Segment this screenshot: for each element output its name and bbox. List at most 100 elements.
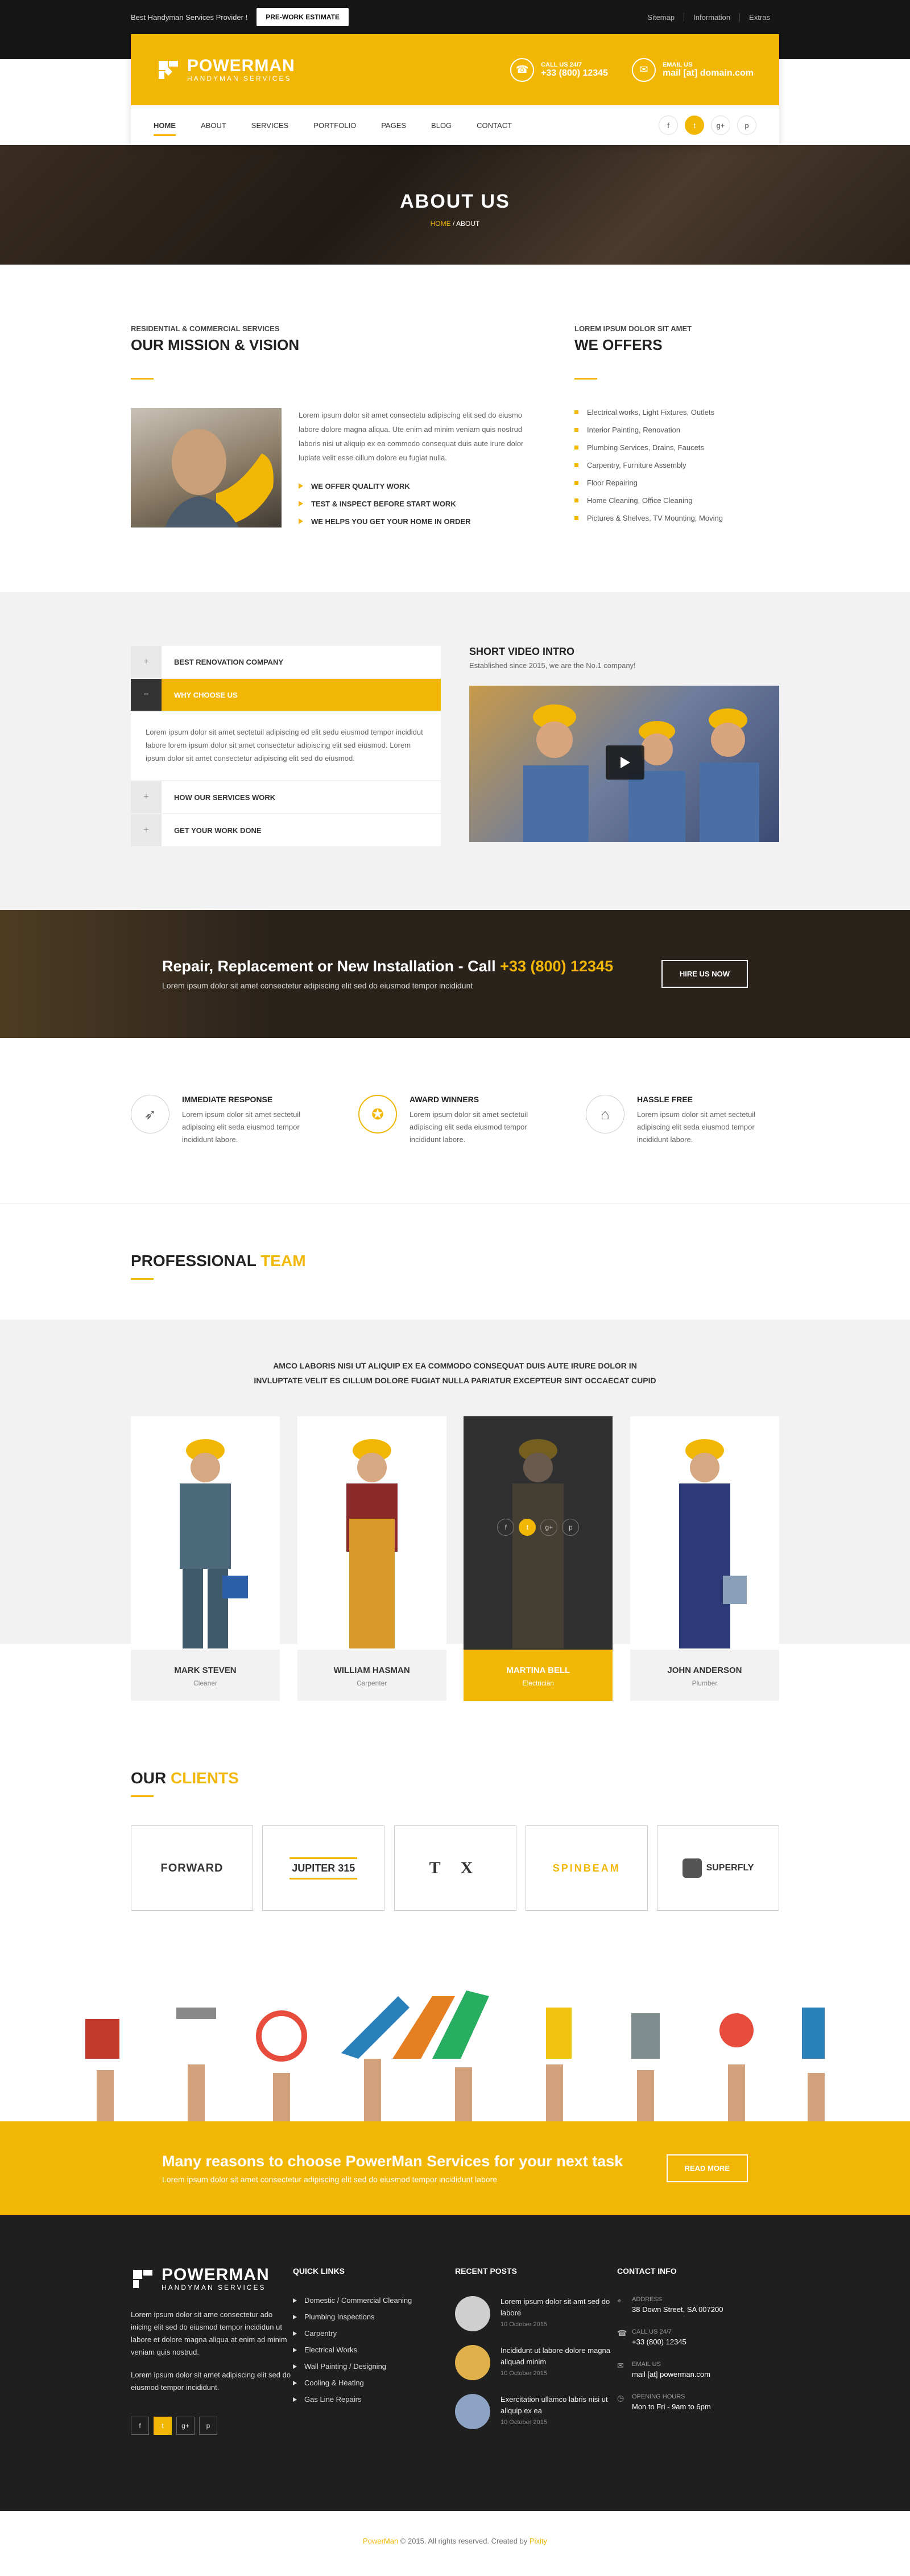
hexagon-icon — [682, 1858, 702, 1878]
facebook-icon[interactable]: f — [497, 1519, 515, 1536]
facebook-icon[interactable]: f — [131, 2417, 149, 2435]
team-card[interactable]: JOHN ANDERSON Plumber — [630, 1416, 779, 1701]
video-subtitle: Established since 2015, we are the No.1 … — [469, 661, 636, 670]
footer-contact: CONTACT INFO ⌖ ADDRESS 38 Down Street, SA … — [617, 2266, 779, 2443]
facebook-icon[interactable]: f — [659, 116, 678, 135]
team-card[interactable]: WILLIAM HASMAN Carpenter — [297, 1416, 446, 1701]
team-title-a: PROFESSIONAL — [131, 1252, 261, 1270]
team-card-active[interactable]: f t g+ p MARTINA BELL Electrician — [464, 1416, 613, 1701]
nav-pages[interactable]: PAGES — [381, 107, 406, 144]
twitter-icon[interactable]: t — [519, 1519, 536, 1536]
cta-text: Lorem ipsum dolor sit amet consectetur a… — [162, 981, 473, 990]
google-plus-icon[interactable]: g+ — [711, 116, 730, 135]
member-photo — [297, 1416, 446, 1650]
twitter-icon[interactable]: t — [685, 116, 704, 135]
quick-link[interactable]: Electrical Works — [293, 2346, 455, 2354]
pre-work-estimate-button[interactable]: PRE-WORK ESTIMATE — [257, 8, 349, 26]
accordion-item[interactable]: + BEST RENOVATION COMPANY — [131, 646, 441, 678]
feature-box: ➶ IMMEDIATE RESPONSE Lorem ipsum dolor si… — [131, 1095, 324, 1146]
contact-value: Mon to Fri - 9am to 6pm — [632, 2402, 711, 2411]
pinterest-icon[interactable]: p — [562, 1519, 580, 1536]
pinterest-icon[interactable]: p — [199, 2417, 217, 2435]
google-plus-icon[interactable]: g+ — [540, 1519, 558, 1536]
nav-contact[interactable]: CONTACT — [477, 107, 512, 144]
accordion-panel: Lorem ipsum dolor sit amet sectetuil adi… — [131, 712, 441, 780]
copyright-brand[interactable]: PowerMan — [363, 2537, 398, 2545]
plus-icon: + — [131, 646, 162, 678]
link-information[interactable]: Information — [684, 13, 739, 22]
client-logo[interactable]: SPINBEAM — [525, 1825, 648, 1911]
google-plus-icon[interactable]: g+ — [176, 2417, 195, 2435]
call-info[interactable]: ☎ CALL US 24/7 +33 (800) 12345 — [510, 57, 608, 82]
quick-link[interactable]: Plumbing Inspections — [293, 2313, 455, 2321]
team-title-b: TEAM — [260, 1252, 306, 1270]
read-more-button[interactable]: READ MORE — [666, 2154, 748, 2182]
feature-title: HASSLE FREE — [637, 1095, 693, 1104]
recent-post[interactable]: Incididunt ut labore dolore magna aliqua… — [455, 2345, 617, 2380]
video-block: SHORT VIDEO INTRO Established since 2015… — [469, 646, 779, 847]
recent-post[interactable]: Lorem ipsum dolor sit amt sed do labore 1… — [455, 2296, 617, 2331]
copyright-author[interactable]: Pixity — [530, 2537, 547, 2545]
member-role: Electrician — [522, 1679, 554, 1687]
hire-us-button[interactable]: HIRE US NOW — [661, 960, 748, 988]
member-social: f t g+ p — [497, 1519, 580, 1536]
site-header: POWERMAN HANDYMAN SERVICES ☎ CALL US 24/… — [131, 34, 779, 145]
quick-link[interactable]: Carpentry — [293, 2329, 455, 2338]
post-thumbnail — [455, 2394, 490, 2429]
quick-link[interactable]: Wall Painting / Designing — [293, 2362, 455, 2371]
nav-portfolio[interactable]: PORTFOLIO — [313, 107, 356, 144]
play-button[interactable] — [606, 745, 644, 780]
phone-icon: ☎ — [510, 57, 535, 82]
logo-mark-icon — [159, 60, 178, 79]
contact-value[interactable]: mail [at] powerman.com — [632, 2370, 710, 2379]
member-photo — [131, 1416, 280, 1650]
clients-title: OUR CLIENTS — [131, 1769, 779, 1787]
mission-block: RESIDENTIAL & COMMERCIAL SERVICES OUR MI… — [131, 324, 574, 535]
nav-about[interactable]: ABOUT — [201, 107, 226, 144]
nav-home[interactable]: HOME — [154, 107, 176, 144]
client-logo[interactable]: FORWARD — [131, 1825, 253, 1911]
clients-title-b: CLIENTS — [171, 1769, 239, 1787]
logo[interactable]: POWERMAN HANDYMAN SERVICES — [156, 57, 295, 83]
accordion-label: BEST RENOVATION COMPANY — [174, 657, 284, 666]
accordion-item-active[interactable]: − WHY CHOOSE US — [131, 679, 441, 711]
quick-link[interactable]: Gas Line Repairs — [293, 2395, 455, 2404]
feature-title: AWARD WINNERS — [410, 1095, 479, 1104]
link-sitemap[interactable]: Sitemap — [638, 13, 684, 22]
feature-text: Lorem ipsum dolor sit amet sectetuil adi… — [637, 1110, 756, 1144]
video-player[interactable] — [469, 686, 779, 842]
offer-item: Floor Repairing — [574, 479, 779, 487]
mission-kicker: RESIDENTIAL & COMMERCIAL SERVICES — [131, 324, 280, 333]
nav-blog[interactable]: BLOG — [431, 107, 452, 144]
accordion-item[interactable]: + HOW OUR SERVICES WORK — [131, 781, 441, 813]
team-intro: AMCO LABORIS NISI UT ALIQUIP EX EA COMMO… — [0, 1320, 910, 1388]
email-value: mail [at] domain.com — [662, 68, 754, 78]
client-logo[interactable]: T X — [394, 1825, 516, 1911]
footer-logo[interactable]: POWERMAN HANDYMAN SERVICES — [131, 2266, 293, 2291]
offers-block: LOREM IPSUM DOLOR SIT AMET WE OFFERS Ele… — [574, 324, 779, 535]
offers-kicker: LOREM IPSUM DOLOR SIT AMET — [574, 324, 692, 333]
member-role: Cleaner — [193, 1679, 218, 1687]
email-info[interactable]: ✉ EMAIL US mail [at] domain.com — [631, 57, 754, 82]
intro-section: + BEST RENOVATION COMPANY − WHY CHOOSE U… — [0, 592, 910, 910]
client-logo[interactable]: JUPITER 315 — [262, 1825, 385, 1911]
feature-box: ⌂ HASSLE FREE Lorem ipsum dolor sit amet … — [586, 1095, 779, 1146]
breadcrumb-home[interactable]: HOME — [431, 220, 451, 228]
recent-post[interactable]: Exercitation ullamco labris nisi ut aliq… — [455, 2394, 617, 2429]
nav-services[interactable]: SERVICES — [251, 107, 289, 144]
quick-link[interactable]: Cooling & Heating — [293, 2379, 455, 2387]
twitter-icon[interactable]: t — [154, 2417, 172, 2435]
email-icon: ✉ — [617, 2361, 624, 2370]
breadcrumb-separator: / — [452, 220, 455, 228]
pinterest-icon[interactable]: p — [737, 116, 756, 135]
banner-text: Lorem ipsum dolor sit amet consectetur a… — [162, 2175, 498, 2184]
team-card[interactable]: MARK STEVEN Cleaner — [131, 1416, 280, 1701]
client-logo[interactable]: SUPERFLY — [657, 1825, 779, 1911]
accordion-item[interactable]: + GET YOUR WORK DONE — [131, 814, 441, 846]
copyright-text: © 2015. All rights reserved. Created by — [398, 2537, 530, 2545]
link-extras[interactable]: Extras — [739, 13, 779, 22]
header-social: f t g+ p — [659, 116, 756, 135]
quick-link[interactable]: Domestic / Commercial Cleaning — [293, 2296, 455, 2305]
member-photo: f t g+ p — [464, 1416, 613, 1650]
mission-point: WE OFFER QUALITY WORK — [299, 482, 537, 491]
